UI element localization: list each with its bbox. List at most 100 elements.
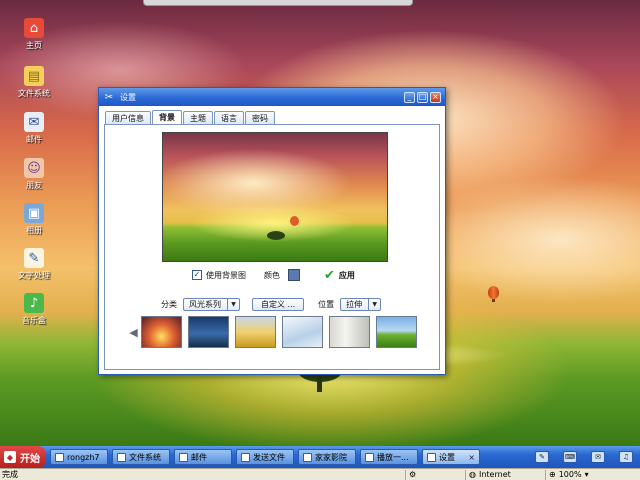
wallpaper-thumbnail[interactable] [141,316,182,348]
taskbar: ◆ 开始 rongzh7 文件系统 邮件 发送文件 家家影院 播放一... 设置… [0,446,640,468]
volume-icon[interactable]: ♫ [619,451,633,463]
desktop-icon-label: 邮件 [26,135,42,144]
tools-icon: ✂ [104,91,114,103]
desktop-icon-music[interactable]: ♪ 音乐盒 [12,293,56,326]
task-player[interactable]: 播放一... [360,449,418,465]
background-panel: ✓ 使用背景图 颜色 ✔ 应用 分类 风光系列 ▼ 自定义 ... 位置 拉伸 [104,124,440,370]
start-button[interactable]: ◆ 开始 [0,446,46,468]
chat-icon[interactable]: ✎ [535,451,549,463]
task-label: rongzh7 [67,452,100,462]
desktop-icon-word-processing[interactable]: ✎ 文字处理 [12,248,56,281]
apply-button[interactable]: ✔ 应用 [324,269,355,282]
use-background-checkbox[interactable]: ✓ [192,270,202,280]
wallpaper-balloon [488,286,499,302]
settings-window: ✂ 设置 _ □ × 用户信息 背景 主题 语言 密码 ✓ 使用背景图 颜色 ✔… [98,87,446,375]
desktop-icon-label: 相册 [26,226,42,235]
task-label: 家家影院 [315,452,347,462]
window-title: 设置 [120,92,136,102]
desktop-icon-label: 文字处理 [18,271,50,280]
tools-icon [427,452,436,462]
window-icon [365,452,374,462]
mail-icon: ✉ [24,112,44,132]
chevron-down-icon: ▾ [584,470,589,479]
background-options-row: ✓ 使用背景图 颜色 ✔ 应用 [192,268,355,282]
security-icon: ⚙ [405,469,465,480]
tab-language[interactable]: 语言 [214,111,244,124]
task-close-icon[interactable]: × [468,453,475,462]
task-label: 文件系统 [129,452,161,462]
position-select[interactable]: 拉伸 ▼ [340,297,382,311]
window-titlebar[interactable]: ✂ 设置 _ □ × [99,88,445,106]
chevron-down-icon: ▼ [368,298,380,310]
custom-button[interactable]: 自定义 ... [252,297,305,311]
desktop-icon-label: 朋友 [26,181,42,190]
task-label: 设置 [439,452,455,462]
apply-label: 应用 [338,270,355,280]
tab-password[interactable]: 密码 [245,111,275,124]
task-filesystem[interactable]: 文件系统 [112,449,170,465]
wallpaper-thumbnail[interactable] [376,316,417,348]
start-label: 开始 [20,453,40,465]
maximize-button[interactable]: □ [417,91,428,103]
zoom-level: 100% [558,470,582,479]
minimize-button[interactable]: _ [404,91,415,103]
desktop-icon-friends[interactable]: ☺ 朋友 [12,158,56,191]
desktop-icon-label: 音乐盒 [22,316,46,325]
chevron-left-icon[interactable]: ◀ [129,323,138,341]
filter-row: 分类 风光系列 ▼ 自定义 ... 位置 拉伸 ▼ [161,297,382,311]
task-rongzh7[interactable]: rongzh7 [50,449,108,465]
tab-theme[interactable]: 主题 [183,111,213,124]
chevron-down-icon: ▼ [227,298,239,310]
category-select[interactable]: 风光系列 ▼ [183,297,240,311]
folder-icon [117,452,126,462]
desktop-icon-album[interactable]: ▣ 相册 [12,203,56,236]
people-icon: ☺ [24,158,44,178]
task-label: 发送文件 [253,452,285,462]
tab-user-info[interactable]: 用户信息 [105,111,151,124]
browser-statusbar: 完成 ⚙ ◍ Internet ⊕ 100% ▾ [0,468,640,480]
settings-tabs: 用户信息 背景 主题 语言 密码 [105,110,276,124]
position-label: 位置 [318,299,335,309]
mail-icon [241,452,250,462]
position-value: 拉伸 [346,299,363,309]
desktop: ⌂ 主页 ▤ 文件系统 ✉ 邮件 ☺ 朋友 ▣ 相册 ✎ 文字处理 ♪ 音乐盒 [0,0,640,446]
system-tray: ✎ ⌨ ✉ ♫ [528,446,640,468]
desktop-icon-home[interactable]: ⌂ 主页 [12,18,56,51]
task-home-theater[interactable]: 家家影院 [298,449,356,465]
task-settings[interactable]: 设置 × [422,449,480,465]
task-mail[interactable]: 邮件 [174,449,232,465]
checkmark-icon: ✔ [324,267,335,283]
mail-icon [179,452,188,462]
wallpaper-thumbnails: ◀ [129,315,423,349]
task-label: 播放一... [377,452,409,462]
document-icon: ✎ [24,248,44,268]
zone-label: Internet [478,470,511,479]
zoom-cell[interactable]: ⊕ 100% ▾ [545,469,640,480]
category-label: 分类 [161,299,177,309]
tab-background[interactable]: 背景 [152,110,182,124]
zoom-icon: ⊕ [549,470,556,479]
message-icon[interactable]: ✉ [591,451,605,463]
wallpaper-thumbnail[interactable] [329,316,370,348]
color-swatch[interactable] [288,269,300,281]
close-button[interactable]: × [430,91,441,103]
home-icon: ⌂ [24,18,44,38]
keyboard-icon[interactable]: ⌨ [563,451,577,463]
wallpaper-thumbnail[interactable] [235,316,276,348]
desktop-icon-label: 主页 [26,41,42,50]
wallpaper-thumbnail[interactable] [282,316,323,348]
desktop-icon-mail[interactable]: ✉ 邮件 [12,112,56,145]
task-label: 邮件 [191,452,207,462]
color-label: 颜色 [264,270,280,280]
zone-cell: ◍ Internet [465,469,545,480]
start-logo-icon: ◆ [4,451,16,463]
window-icon [303,452,312,462]
task-send-file[interactable]: 发送文件 [236,449,294,465]
globe-icon [55,452,64,462]
desktop-icon-filesystem[interactable]: ▤ 文件系统 [12,66,56,99]
folder-icon: ▤ [24,66,44,86]
wallpaper-thumbnail[interactable] [188,316,229,348]
globe-icon: ◍ [469,470,476,479]
use-background-label: 使用背景图 [206,270,246,280]
category-value: 风光系列 [189,299,221,309]
